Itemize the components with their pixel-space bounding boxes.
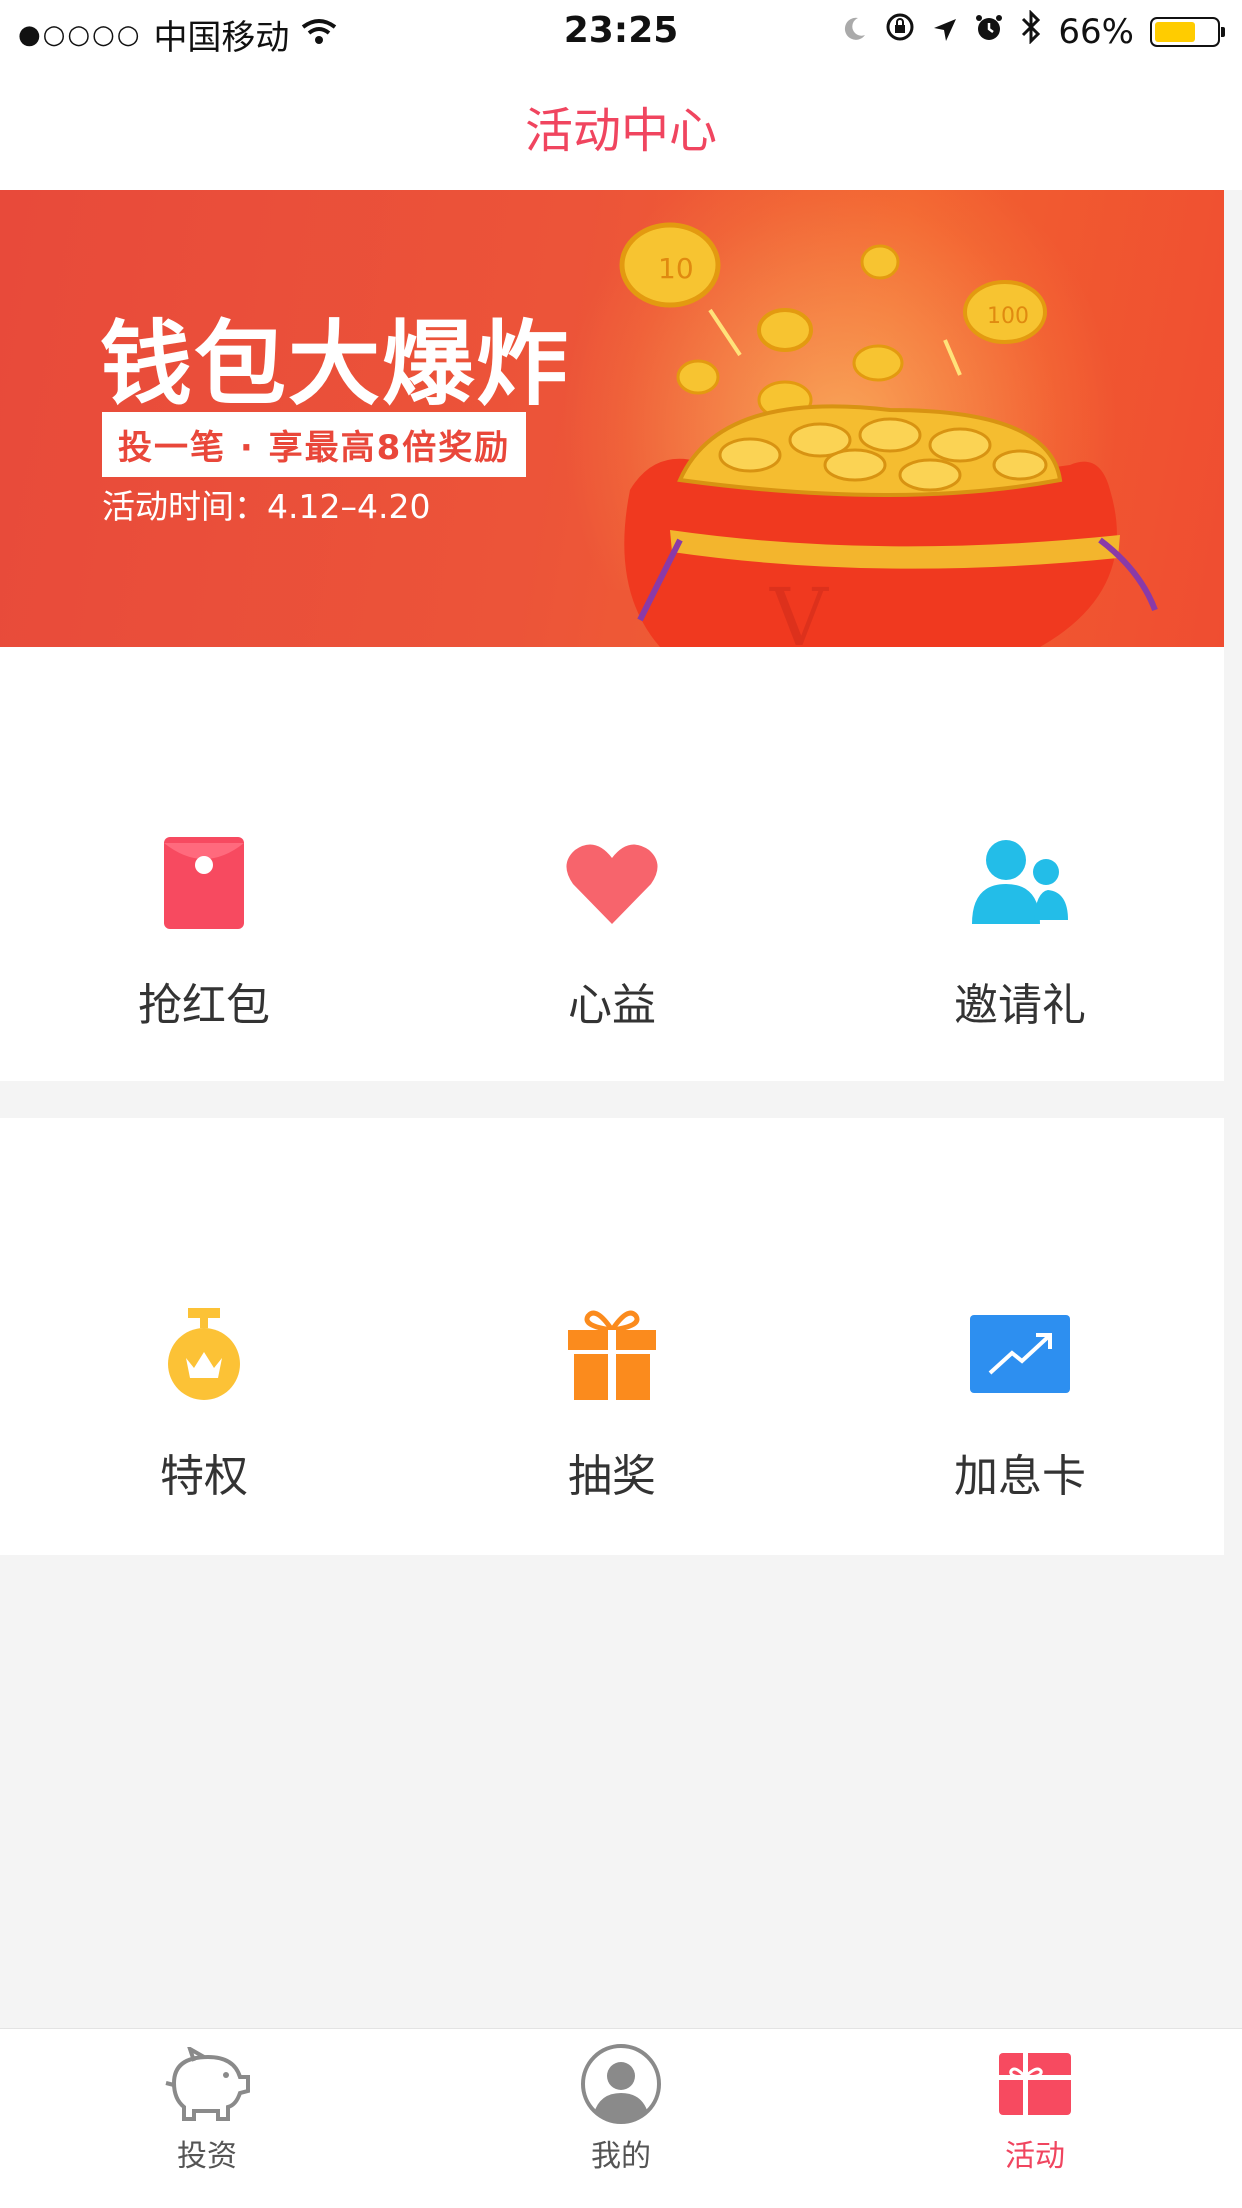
svg-text:V: V	[769, 571, 829, 647]
grab-red-envelope-item[interactable]: 抢红包	[0, 833, 408, 1033]
grab-red-envelope-label: 抢红包	[138, 980, 270, 1031]
flying-coins: 10 100	[619, 222, 1047, 420]
lottery-label: 抽奖	[568, 1451, 656, 1502]
money-bag-illustration: 10 100 V	[619, 222, 1158, 647]
activity-grid-row-1: 抢红包 心益 邀请礼	[0, 647, 1224, 1081]
privilege-label: 特权	[160, 1451, 248, 1502]
tab-activity-label: 活动	[1005, 2139, 1065, 2174]
bluetooth-icon	[1020, 9, 1042, 53]
privilege-item[interactable]: 特权	[0, 1304, 408, 1504]
page-title: 活动中心	[524, 103, 717, 159]
tab-bar: 投资 我的 活动	[0, 2028, 1242, 2208]
moon-icon	[840, 12, 868, 52]
heart-benefit-label: 心益	[568, 980, 656, 1031]
rate-card-label: 加息卡	[954, 1451, 1086, 1502]
gift-icon	[562, 1304, 662, 1404]
piggy-bank-icon	[157, 2039, 257, 2129]
invite-gift-label: 邀请礼	[954, 980, 1086, 1031]
tab-mine[interactable]: 我的	[414, 2039, 828, 2175]
medal-crown-icon	[154, 1304, 254, 1404]
battery-icon	[1150, 16, 1225, 47]
alarm-icon	[974, 12, 1004, 52]
rate-card-icon	[970, 1304, 1070, 1404]
svg-text:10: 10	[658, 252, 694, 285]
navigation-bar: 活动中心	[0, 62, 1242, 190]
rate-card-item[interactable]: 加息卡	[816, 1304, 1224, 1504]
activity-grid-row-2: 特权 抽奖 加息卡	[0, 1118, 1224, 1555]
heart-icon	[562, 833, 662, 933]
banner-time: 活动时间：4.12–4.20	[102, 487, 431, 526]
banner-title: 钱包大爆炸	[100, 311, 571, 418]
tab-mine-label: 我的	[591, 2139, 651, 2174]
gift-box-icon	[985, 2039, 1085, 2129]
people-icon	[970, 833, 1070, 933]
user-avatar-icon	[571, 2039, 671, 2129]
red-envelope-icon	[154, 833, 254, 933]
heart-benefit-item[interactable]: 心益	[408, 833, 816, 1033]
svg-text:100: 100	[987, 304, 1029, 329]
tab-invest-label: 投资	[177, 2139, 237, 2174]
promo-banner[interactable]: 钱包大爆炸 投一笔 · 享最高8倍奖励 活动时间：4.12–4.20 10 10…	[0, 190, 1224, 647]
status-bar: ●○○○○ 中国移动 23:25 66%	[0, 0, 1242, 62]
invite-gift-item[interactable]: 邀请礼	[816, 833, 1224, 1033]
banner-subtitle: 投一笔 · 享最高8倍奖励	[102, 412, 527, 477]
tab-activity[interactable]: 活动	[828, 2039, 1242, 2175]
lottery-item[interactable]: 抽奖	[408, 1304, 816, 1504]
location-icon	[932, 12, 958, 52]
battery-percent: 66%	[1058, 11, 1134, 52]
tab-invest[interactable]: 投资	[0, 2039, 414, 2175]
status-right: 66%	[840, 9, 1225, 53]
rotation-lock-icon	[884, 11, 916, 52]
